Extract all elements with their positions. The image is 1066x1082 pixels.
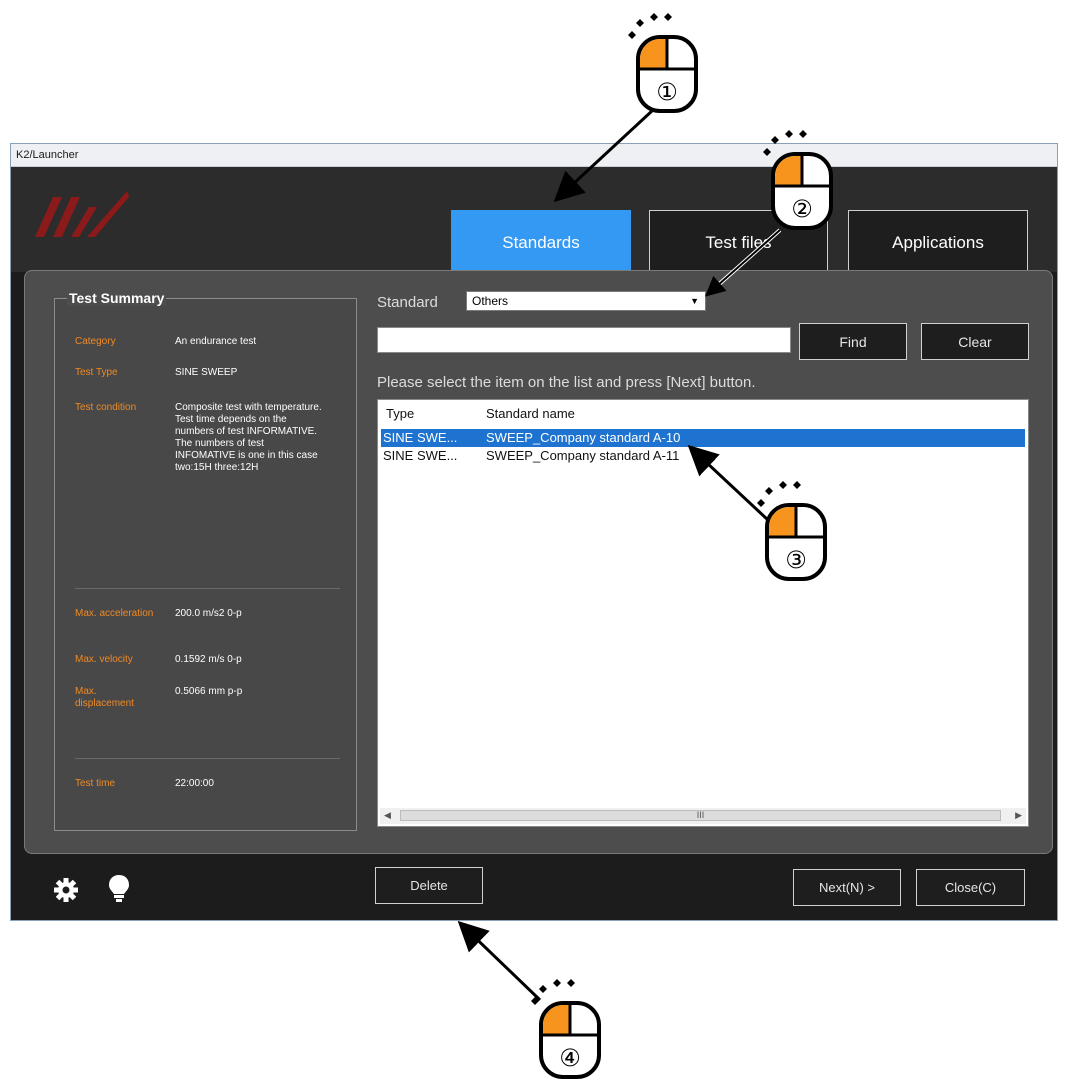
summary-value-max-acceleration: 200.0 m/s2 0-p [175,608,242,619]
list-header: Type Standard name [378,400,1028,424]
tab-test-files[interactable]: Test files [649,210,828,276]
column-header-standard-name[interactable]: Standard name [486,406,575,421]
scroll-thumb[interactable]: III [400,810,1001,821]
scroll-left-icon[interactable]: ◀ [384,810,391,821]
step-4-number: ④ [559,1044,581,1072]
window-title: K2/Launcher [11,144,1057,167]
scroll-right-icon[interactable]: ▶ [1015,810,1022,821]
horizontal-scrollbar[interactable]: ◀ III ▶ [380,808,1026,824]
tab-standards[interactable]: Standards [451,210,631,276]
test-summary-panel: Test Summary Category An endurance test … [54,290,357,831]
row-standard-name: SWEEP_Company standard A-11 [486,448,680,463]
next-button[interactable]: Next(N) > [793,869,901,906]
gear-icon[interactable] [53,877,79,903]
summary-label-test-type: Test Type [75,367,118,378]
dropdown-arrow-icon: ▼ [690,296,699,306]
summary-label-max-displacement: Max. displacement [75,686,134,709]
summary-value-max-velocity: 0.1592 m/s 0-p [175,654,242,665]
launcher-window: K2/Launcher Standards Test files Applica… [10,143,1058,921]
arrow-4 [457,920,542,1002]
company-logo [35,191,129,237]
row-type: SINE SWE... [383,430,458,445]
find-button[interactable]: Find [799,323,907,360]
summary-divider [75,758,340,759]
summary-value-test-condition: Composite test with temperature. Test ti… [175,402,322,473]
search-input[interactable] [377,327,791,353]
header-bar: Standards Test files Applications [11,167,1057,276]
standard-dropdown[interactable]: Others ▼ [466,291,706,311]
summary-title: Test Summary [67,290,167,306]
list-row[interactable]: SINE SWE... SWEEP_Company standard A-10 [381,429,1025,447]
summary-value-test-time: 22:00:00 [175,778,214,789]
mouse-step-4-icon: ④ [531,979,601,1079]
summary-label-max-acceleration: Max. acceleration [75,608,154,619]
summary-label-test-condition: Test condition [75,402,137,413]
mouse-step-1-icon: ① [628,13,698,113]
close-button[interactable]: Close(C) [916,869,1025,906]
summary-value-test-type: SINE SWEEP [175,367,238,378]
tab-applications[interactable]: Applications [848,210,1028,276]
standards-list[interactable]: Type Standard name SINE SWE... SWEEP_Com… [377,399,1029,827]
clear-button[interactable]: Clear [921,323,1029,360]
step-1-number: ① [656,78,678,106]
summary-label-max-velocity: Max. velocity [75,654,133,665]
main-panel: Test Summary Category An endurance test … [24,270,1053,854]
row-type: SINE SWE... [383,448,458,463]
summary-label-category: Category [75,336,116,347]
summary-value-category: An endurance test [175,336,257,347]
summary-label-test-time: Test time [75,778,116,789]
standard-label: Standard [377,294,438,311]
instruction-text: Please select the item on the list and p… [377,374,756,391]
summary-divider [75,588,340,589]
standard-selected-value: Others [472,294,509,308]
row-standard-name: SWEEP_Company standard A-10 [486,430,681,445]
summary-value-max-displacement: 0.5066 mm p-p [175,686,243,697]
lightbulb-icon[interactable] [108,874,130,904]
list-row[interactable]: SINE SWE... SWEEP_Company standard A-11 [381,447,1025,465]
column-header-type[interactable]: Type [386,406,414,421]
delete-button[interactable]: Delete [375,867,483,904]
